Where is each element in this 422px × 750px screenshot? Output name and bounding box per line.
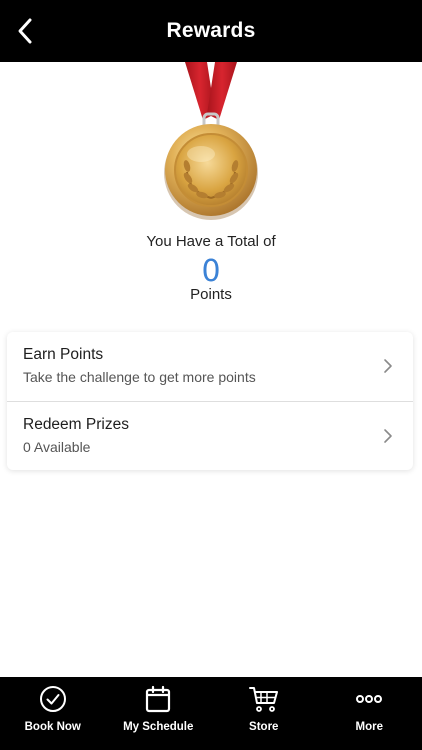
earn-points-row[interactable]: Earn Points Take the challenge to get mo… [7, 332, 413, 401]
tab-more[interactable]: More [317, 677, 422, 750]
total-points-label: You Have a Total of [146, 233, 276, 250]
chevron-right-icon [384, 359, 392, 373]
redeem-prizes-row[interactable]: Redeem Prizes 0 Available [7, 401, 413, 470]
tab-book-now-label: Book Now [24, 721, 81, 733]
check-circle-icon [39, 686, 66, 712]
medal-area [0, 62, 422, 222]
earn-points-subtitle: Take the challenge to get more points [23, 369, 256, 385]
earn-points-title: Earn Points [23, 346, 104, 363]
gold-medal-icon [164, 62, 258, 220]
calendar-icon [146, 685, 171, 713]
tab-book-now[interactable]: Book Now [0, 677, 106, 750]
redeem-prizes-subtitle: 0 Available [23, 439, 91, 455]
cart-icon [248, 687, 278, 712]
tab-more-label: More [355, 721, 383, 733]
tab-my-schedule[interactable]: My Schedule [106, 677, 212, 750]
tab-store-label: Store [249, 721, 279, 733]
tab-store[interactable]: Store [211, 677, 317, 750]
bottom-tab-bar: Book Now My Schedule Store More [0, 677, 422, 750]
chevron-right-icon [384, 429, 392, 443]
rewards-options-card: Earn Points Take the challenge to get mo… [7, 332, 413, 470]
top-bar: Rewards [0, 0, 422, 62]
redeem-prizes-title: Redeem Prizes [23, 416, 129, 433]
points-value: 0 [201, 254, 221, 289]
points-unit-label: Points [190, 286, 232, 303]
page-title: Rewards [166, 19, 256, 42]
more-dots-icon [356, 695, 383, 703]
tab-my-schedule-label: My Schedule [123, 721, 194, 733]
